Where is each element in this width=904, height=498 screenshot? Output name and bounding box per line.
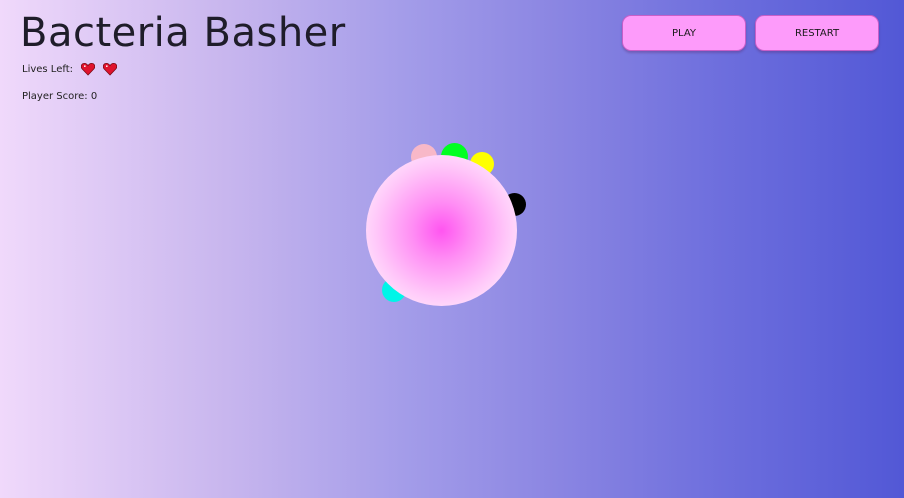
score-display: Player Score: 0: [22, 91, 97, 102]
game-title: Bacteria Basher: [20, 10, 346, 56]
restart-button[interactable]: RESTART: [755, 15, 879, 51]
game-canvas[interactable]: [0, 0, 904, 498]
bacterium-black[interactable]: [503, 193, 526, 216]
lives-display: Lives Left:: [22, 62, 117, 76]
hearts-container: [81, 62, 117, 76]
bacterium-yellow[interactable]: [470, 152, 494, 176]
bacterium-green[interactable]: [441, 143, 468, 170]
bacterium-pink[interactable]: [411, 144, 437, 170]
lives-label: Lives Left:: [22, 63, 73, 75]
heart-icon: [81, 62, 95, 76]
score-label: Player Score:: [22, 91, 91, 102]
play-button[interactable]: PLAY: [622, 15, 746, 51]
bacterium-cyan[interactable]: [382, 278, 406, 302]
petri-dish: [366, 155, 517, 306]
score-value: 0: [90, 91, 98, 102]
heart-icon: [103, 62, 117, 76]
